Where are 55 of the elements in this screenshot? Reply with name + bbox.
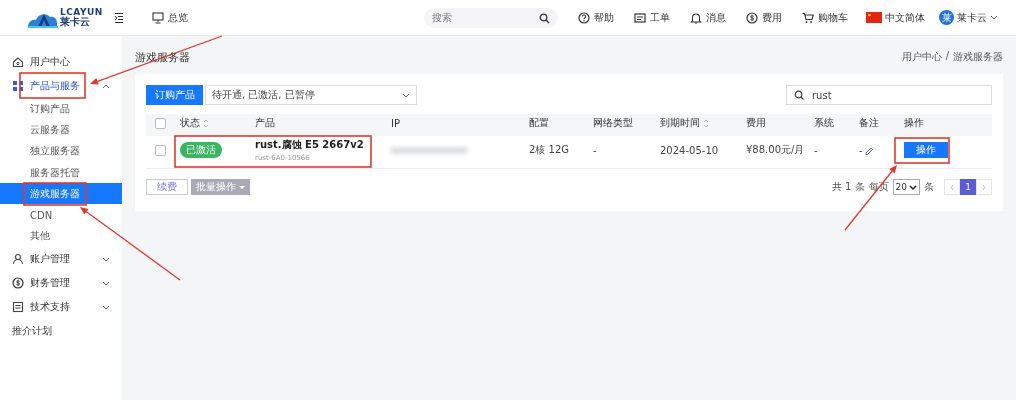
search-field[interactable]: rust [786,85,992,105]
renew-button[interactable]: 续费 [146,179,188,195]
order-button[interactable]: 订购产品 [146,85,203,105]
column-header: 备注 [859,116,880,130]
table-cell-text: - [814,144,819,156]
page-button[interactable]: 1 [960,179,976,195]
breadcrumb-item[interactable]: 用户中心 [901,50,942,64]
breadcrumb-separator: / [945,50,949,63]
sidebar-item[interactable]: 财务管理 [0,271,122,296]
sidebar-item[interactable]: 技术支持 [0,295,122,320]
sidebar-subitem[interactable]: 服务器托管 [0,161,122,184]
table-cell-text: 2024-05-10 [660,144,720,156]
page-size-select[interactable]: 20 [892,179,920,195]
breadcrumb-item: 游戏服务器 [953,50,1003,64]
user-avatar: 莱 [939,10,954,25]
column-header: 产品 [255,116,276,130]
page-size-unit: 条 [924,180,934,194]
coin-link[interactable]: 费用 [746,10,782,25]
total-count: 共 1 条 [831,180,865,194]
brand-name: LCAYUN [60,8,103,17]
column-header: 系统 [814,116,835,130]
sidebar-item[interactable]: 用户中心 [0,50,122,74]
language-selector[interactable]: 中文简体 [866,10,925,25]
column-header: IP [391,117,401,129]
bell-link[interactable]: 消息 [690,10,726,25]
help-link[interactable]: 帮助 [578,10,614,25]
sidebar-item[interactable]: 账户管理 [0,247,122,272]
page-size-label: 每页 [868,180,889,194]
action-button[interactable]: 操作 [904,142,948,158]
status-badge: 已激活 [180,142,222,158]
product-name: rust.腐蚀 E5 2667v2 [255,138,365,152]
search-field[interactable]: 搜索 [424,7,558,28]
column-header: 费用 [746,116,767,130]
table-cell-text: ¥88.00元/月 [746,143,806,157]
user-menu[interactable]: 莱 莱卡云 [939,10,998,25]
overview-link[interactable]: 总览 [152,10,188,25]
table-cell: - [859,144,863,156]
column-header: 操作 [904,116,925,130]
sidebar-subitem[interactable]: 云服务器 [0,119,122,141]
table-cell-text: 2核 12G [529,143,570,157]
column-header[interactable]: 到期时间 [660,116,746,130]
sidebar-subitem[interactable]: 其他 [0,225,122,248]
sidebar-item[interactable]: 推介计划 [0,319,122,344]
table-cell-text: - [593,144,598,156]
sidebar-subitem[interactable]: 订购产品 [0,98,122,120]
column-header[interactable]: 状态 [180,116,255,130]
sidebar-subitem[interactable]: 游戏服务器 [0,183,122,205]
cart-link[interactable]: 购物车 [802,10,848,25]
sidebar-subitem[interactable]: 独立服务器 [0,140,122,162]
column-header: 网络类型 [593,116,634,130]
brand-name: 莱卡云 [60,17,90,27]
sidebar-subitem[interactable]: CDN [0,204,122,226]
ticket-link[interactable]: 工单 [634,10,670,25]
column-header: 配置 [529,116,550,130]
status-filter-dropdown[interactable]: 待开通, 已激活, 已暂停 [205,85,417,105]
